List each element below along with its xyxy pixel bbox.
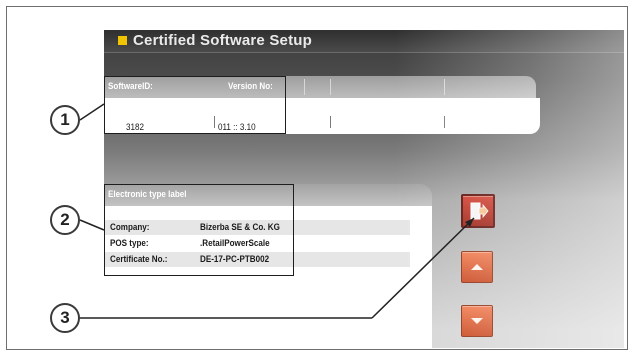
- callout-3: 3: [50, 303, 80, 333]
- callout-2: 2: [50, 205, 80, 235]
- callout-1: 1: [50, 105, 80, 135]
- callout-leader-lines: [79, 103, 475, 319]
